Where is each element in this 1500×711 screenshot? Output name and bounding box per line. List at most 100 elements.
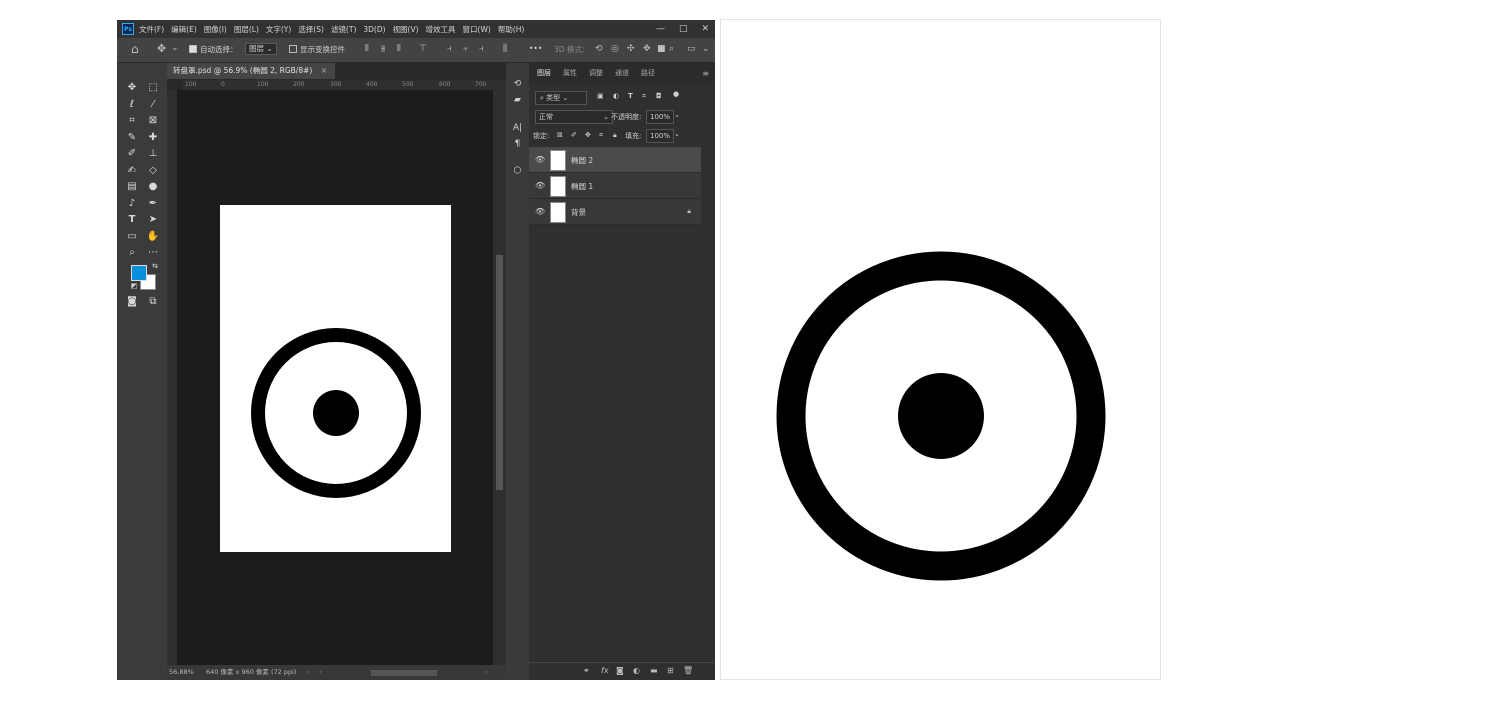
3d-panel-icon[interactable]: ⬡ xyxy=(510,164,525,178)
screen-mode-icon[interactable]: ⧉ xyxy=(145,295,161,309)
link-icon[interactable]: ⚭ xyxy=(583,666,590,675)
menu-item[interactable]: 窗口(W) xyxy=(463,24,491,35)
distribute-middle-icon[interactable]: ⫟ xyxy=(463,44,468,54)
lasso-tool-icon[interactable]: ℓ xyxy=(124,98,140,112)
horizontal-scrollbar-thumb[interactable] xyxy=(371,670,437,676)
filter-toggle-icon[interactable]: ● xyxy=(673,90,679,98)
default-colors-icon[interactable]: ◩ xyxy=(126,279,142,293)
stamp-tool-icon[interactable]: ⊥ xyxy=(145,147,161,161)
mask-icon[interactable]: ◙ xyxy=(616,666,624,675)
menu-item[interactable]: 视图(V) xyxy=(393,24,419,35)
paragraph-panel-icon[interactable]: ¶ xyxy=(510,137,525,151)
eye-icon[interactable]: 👁︎ xyxy=(535,207,545,216)
trash-icon[interactable]: 🗑︎ xyxy=(683,666,693,675)
eraser-tool-icon[interactable]: ◇ xyxy=(145,164,161,178)
3d-rotate-icon[interactable]: ⟲ xyxy=(595,44,603,54)
maximize-button[interactable]: □ xyxy=(679,24,688,34)
lock-all-icon[interactable]: 🔒︎ xyxy=(613,131,617,140)
fx-icon[interactable]: fx xyxy=(601,666,609,675)
filter-pixel-icon[interactable]: ▣ xyxy=(597,92,604,100)
foreground-color-swatch[interactable] xyxy=(131,265,147,281)
panel-menu-icon[interactable]: ≡ xyxy=(702,69,709,78)
gradient-tool-icon[interactable]: ▤ xyxy=(124,180,140,194)
blur-tool-icon[interactable]: ● xyxy=(145,180,161,194)
lock-image-icon[interactable]: ✐ xyxy=(571,131,577,139)
opacity-input[interactable]: 100% xyxy=(646,110,675,124)
lock-artboard-icon[interactable]: ⌗ xyxy=(599,131,603,140)
minimize-button[interactable]: — xyxy=(656,24,665,34)
document-canvas[interactable] xyxy=(220,205,451,552)
chevron-down-icon[interactable]: ⌄ xyxy=(674,130,680,138)
dodge-tool-icon[interactable]: ♪ xyxy=(124,197,140,211)
new-layer-icon[interactable]: ⊞ xyxy=(667,666,674,675)
type-tool-icon[interactable]: T xyxy=(124,213,140,227)
healing-tool-icon[interactable]: ✚ xyxy=(145,131,161,145)
status-chevron-icon[interactable]: › xyxy=(307,665,310,680)
filter-type-icon[interactable]: T xyxy=(628,92,633,100)
menu-item[interactable]: 3D(D) xyxy=(363,25,385,34)
hand-tool-icon[interactable]: ✋ xyxy=(145,230,161,244)
panel-tab[interactable]: 路径 xyxy=(641,68,655,78)
move-tool-icon[interactable]: ✥ xyxy=(124,81,140,95)
align-left-icon[interactable]: ⫴ xyxy=(365,44,369,54)
eyedropper-tool-icon[interactable]: ✎ xyxy=(124,131,140,145)
eye-icon[interactable]: 👁︎ xyxy=(535,181,545,190)
menu-item[interactable]: 编辑(E) xyxy=(171,24,197,35)
adjustment-layer-icon[interactable]: ◐ xyxy=(633,666,640,675)
menu-item[interactable]: 文件(F) xyxy=(139,24,164,35)
close-tab-icon[interactable]: × xyxy=(321,66,327,75)
menu-item[interactable]: 文字(Y) xyxy=(266,24,291,35)
character-panel-icon[interactable]: A| xyxy=(510,121,525,135)
chevron-down-icon[interactable]: ⌄ xyxy=(674,111,680,119)
chevron-down-icon[interactable]: ⌄ xyxy=(702,44,710,54)
menu-item[interactable]: 选择(S) xyxy=(298,24,324,35)
more-options-button[interactable]: ••• xyxy=(529,44,542,53)
zoom-tool-icon[interactable]: ⌕ xyxy=(124,246,140,260)
chevron-down-icon[interactable]: ⌄ xyxy=(171,43,179,53)
layer-name[interactable]: 椭圆 2 xyxy=(571,155,593,166)
show-transform-checkbox[interactable]: 显示变换控件 xyxy=(289,44,345,55)
swap-colors-icon[interactable]: ⇆ xyxy=(147,259,163,273)
fill-input[interactable]: 100% xyxy=(646,129,675,143)
history-panel-icon[interactable]: ⟲ xyxy=(510,77,525,91)
layer-row[interactable]: 👁︎ 椭圆 1 xyxy=(529,173,701,199)
layer-name[interactable]: 背景 xyxy=(571,207,586,218)
path-select-tool-icon[interactable]: ➤ xyxy=(145,213,161,227)
3d-slide-icon[interactable]: ✥ xyxy=(643,44,651,54)
home-icon[interactable]: ⌂ xyxy=(131,42,139,56)
comments-panel-icon[interactable]: ▰ xyxy=(510,93,525,107)
filter-adjustment-icon[interactable]: ◐ xyxy=(613,92,619,100)
eye-icon[interactable]: 👁︎ xyxy=(535,155,545,164)
menu-item[interactable]: 图像(I) xyxy=(204,24,227,35)
layer-row[interactable]: 👁︎ 椭圆 2 xyxy=(529,147,701,173)
distribute-bottom-icon[interactable]: ⫞ xyxy=(479,44,484,54)
3d-roll-icon[interactable]: ◎ xyxy=(611,44,619,54)
align-top-icon[interactable]: ⊤ xyxy=(419,44,427,54)
quick-mask-icon[interactable]: ◙ xyxy=(124,295,140,309)
magic-wand-tool-icon[interactable]: ⁄ xyxy=(145,98,161,112)
align-center-icon[interactable]: ⫵ xyxy=(381,44,385,54)
panel-tab[interactable]: 图层 xyxy=(537,68,551,78)
filter-shape-icon[interactable]: ⌗ xyxy=(642,92,646,101)
3d-scale-icon[interactable]: ■ xyxy=(657,44,666,54)
scroll-right-icon[interactable]: › xyxy=(485,665,488,680)
lock-position-icon[interactable]: ✥ xyxy=(585,131,591,139)
menu-item[interactable]: 增效工具 xyxy=(426,24,456,35)
lock-icon[interactable]: 🔒︎ xyxy=(687,207,691,216)
menu-item[interactable]: 图层(L) xyxy=(234,24,259,35)
auto-select-dropdown[interactable]: 图层 ⌄ xyxy=(245,43,277,55)
marquee-tool-icon[interactable]: ⬚ xyxy=(145,81,161,95)
pen-tool-icon[interactable]: ✒ xyxy=(145,197,161,211)
3d-drag-icon[interactable]: ✣ xyxy=(627,44,635,54)
workspace-icon[interactable]: ▭ xyxy=(687,44,696,54)
distribute-top-icon[interactable]: ⫞ xyxy=(447,44,452,54)
menu-item[interactable]: 滤镜(T) xyxy=(331,24,356,35)
document-info[interactable]: 640 像素 x 960 像素 (72 ppi) xyxy=(206,665,296,680)
layer-filter-dropdown[interactable]: ⌕ 类型 ⌄ xyxy=(535,91,587,105)
search-icon[interactable]: ⌕ xyxy=(669,44,674,54)
more-tools-icon[interactable]: ⋯ xyxy=(145,246,161,260)
blend-mode-dropdown[interactable]: 正常 ⌄ xyxy=(535,110,613,124)
layer-name[interactable]: 椭圆 1 xyxy=(571,181,593,192)
panel-tab[interactable]: 通道 xyxy=(615,68,629,78)
lock-transparent-icon[interactable]: ⊠ xyxy=(557,131,563,139)
